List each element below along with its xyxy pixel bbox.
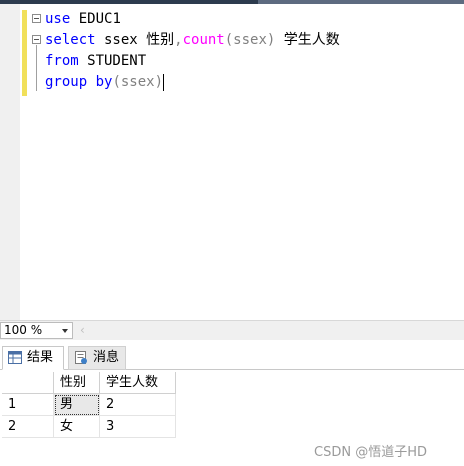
query-editor[interactable]: use EDUC1 select ssex 性别,count(ssex) 学生人… [0,4,464,320]
tab-label: 消息 [93,350,120,365]
code-line-1[interactable]: use EDUC1 [45,9,121,30]
keyword-token: select [45,32,96,48]
chevron-down-icon[interactable] [62,329,68,333]
row-number[interactable]: 1 [2,394,54,416]
column-header[interactable]: 学生人数 [100,372,176,394]
row-number[interactable]: 2 [2,416,54,438]
function-token: count [182,32,225,48]
grid-icon [8,351,22,364]
keyword-token: use [45,11,71,27]
identifier-token: EDUC1 [70,11,121,27]
watermark-text: CSDN @悟道子HD [314,445,427,460]
tab-messages[interactable]: 消息 [68,346,126,370]
code-line-2[interactable]: select ssex 性别,count(ssex) 学生人数 [45,30,340,51]
identifier-token: STUDENT [78,53,147,69]
paren-token: (ssex) [112,74,164,90]
text-cursor [163,73,165,91]
keyword-token: from [45,53,79,69]
scroll-left-icon[interactable]: ‹ [80,323,85,337]
message-icon [75,351,87,364]
fold-collapse-icon[interactable] [32,14,41,23]
change-indicator-bar [22,10,27,96]
alias-token: 学生人数 [275,32,340,48]
keyword-token: group by [45,74,113,90]
column-header[interactable]: 性别 [54,372,100,394]
results-tabs: 结果 消息 [0,344,464,370]
code-line-3[interactable]: from STUDENT [45,51,146,72]
zoom-select[interactable]: 100 % [0,322,73,339]
editor-gutter [0,4,20,320]
fold-collapse-icon[interactable] [32,35,41,44]
tab-results[interactable]: 结果 [2,346,64,370]
table-cell[interactable]: 女 [54,416,100,438]
tab-label: 结果 [27,350,54,365]
code-line-4[interactable]: group by(ssex) [45,72,165,93]
fold-guide-line [36,45,37,91]
identifier-token: ssex 性别 [95,32,175,48]
zoom-value: 100 % [4,323,43,337]
paren-token: (ssex) [224,32,276,48]
table-cell[interactable]: 2 [100,394,176,416]
comma-token: , [174,32,183,48]
editor-status-bar: 100 % ‹ [0,320,464,340]
table-cell-selected[interactable]: 男 [54,394,100,416]
table-cell[interactable]: 3 [100,416,176,438]
corner-header-cell[interactable] [2,372,54,394]
